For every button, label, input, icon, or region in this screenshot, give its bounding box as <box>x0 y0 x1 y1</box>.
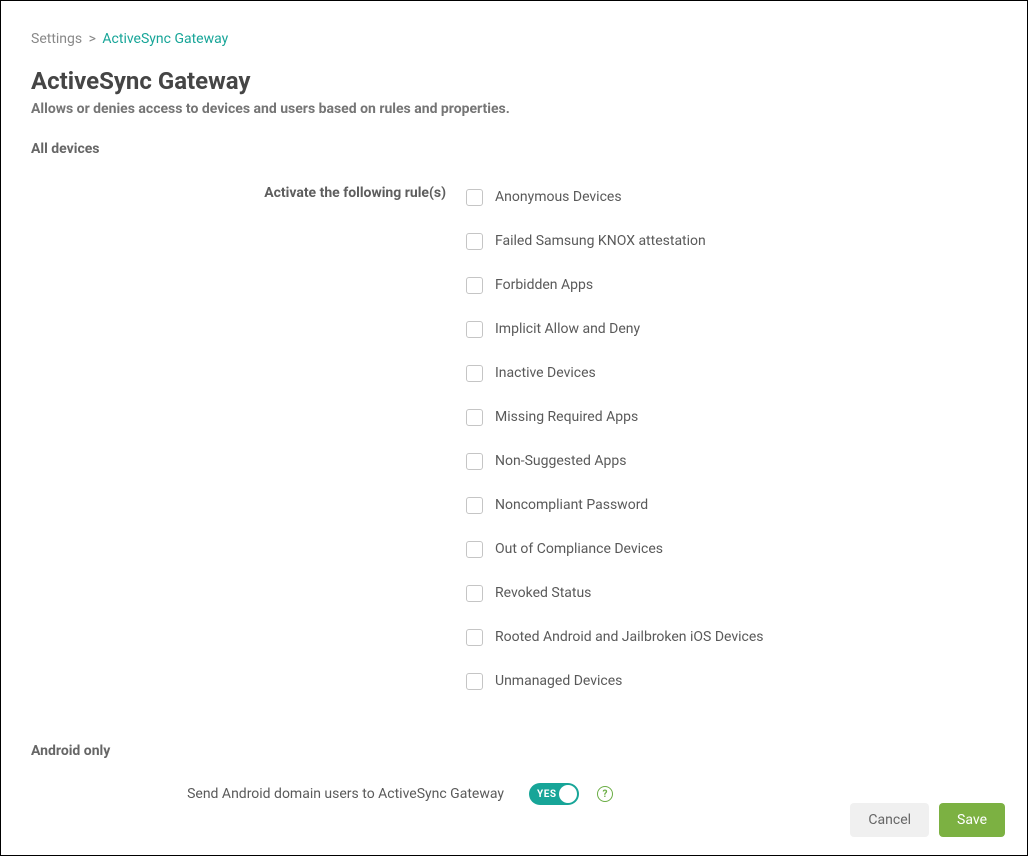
toggle-label: YES <box>537 789 556 800</box>
checkbox-failed-knox[interactable] <box>466 233 483 250</box>
checkbox-inactive-devices[interactable] <box>466 365 483 382</box>
toggle-knob <box>559 785 577 803</box>
rule-item: Out of Compliance Devices <box>466 527 997 571</box>
page-subtitle: Allows or denies access to devices and u… <box>31 101 997 117</box>
rule-item: Anonymous Devices <box>466 175 997 219</box>
checkbox-out-of-compliance[interactable] <box>466 541 483 558</box>
checkbox-noncompliant-password[interactable] <box>466 497 483 514</box>
checkbox-anonymous-devices[interactable] <box>466 189 483 206</box>
rule-item: Rooted Android and Jailbroken iOS Device… <box>466 615 997 659</box>
rule-label: Missing Required Apps <box>495 409 638 425</box>
rule-item: Missing Required Apps <box>466 395 997 439</box>
section-all-devices-header: All devices <box>31 141 997 157</box>
rules-list: Anonymous Devices Failed Samsung KNOX at… <box>466 175 997 703</box>
checkbox-missing-required-apps[interactable] <box>466 409 483 426</box>
rule-label: Unmanaged Devices <box>495 673 622 689</box>
rule-label: Noncompliant Password <box>495 497 648 513</box>
rule-label: Inactive Devices <box>495 365 596 381</box>
save-button[interactable]: Save <box>939 803 1005 837</box>
rule-label: Non-Suggested Apps <box>495 453 626 469</box>
breadcrumb-root[interactable]: Settings <box>31 31 82 47</box>
rule-label: Rooted Android and Jailbroken iOS Device… <box>495 629 764 645</box>
breadcrumb-current[interactable]: ActiveSync Gateway <box>102 31 228 47</box>
rule-label: Failed Samsung KNOX attestation <box>495 233 706 249</box>
toggle-android-domain-users[interactable]: YES <box>529 783 579 805</box>
rule-label: Revoked Status <box>495 585 591 601</box>
checkbox-non-suggested-apps[interactable] <box>466 453 483 470</box>
page-title: ActiveSync Gateway <box>31 67 997 95</box>
rules-label: Activate the following rule(s) <box>264 185 446 201</box>
rule-item: Failed Samsung KNOX attestation <box>466 219 997 263</box>
rule-item: Forbidden Apps <box>466 263 997 307</box>
breadcrumb-separator: > <box>89 31 96 47</box>
checkbox-revoked-status[interactable] <box>466 585 483 602</box>
rule-item: Unmanaged Devices <box>466 659 997 703</box>
rule-item: Revoked Status <box>466 571 997 615</box>
section-android-only-header: Android only <box>31 743 997 759</box>
rule-item: Inactive Devices <box>466 351 997 395</box>
help-icon[interactable]: ? <box>597 786 613 802</box>
checkbox-implicit-allow-deny[interactable] <box>466 321 483 338</box>
breadcrumb: Settings > ActiveSync Gateway <box>31 31 997 47</box>
checkbox-forbidden-apps[interactable] <box>466 277 483 294</box>
checkbox-rooted-jailbroken[interactable] <box>466 629 483 646</box>
rule-label: Implicit Allow and Deny <box>495 321 640 337</box>
rule-label: Anonymous Devices <box>495 189 622 205</box>
rule-label: Out of Compliance Devices <box>495 541 663 557</box>
rule-label: Forbidden Apps <box>495 277 593 293</box>
rule-item: Implicit Allow and Deny <box>466 307 997 351</box>
cancel-button[interactable]: Cancel <box>850 803 929 837</box>
checkbox-unmanaged-devices[interactable] <box>466 673 483 690</box>
rule-item: Noncompliant Password <box>466 483 997 527</box>
android-setting-label: Send Android domain users to ActiveSync … <box>187 786 504 802</box>
rule-item: Non-Suggested Apps <box>466 439 997 483</box>
